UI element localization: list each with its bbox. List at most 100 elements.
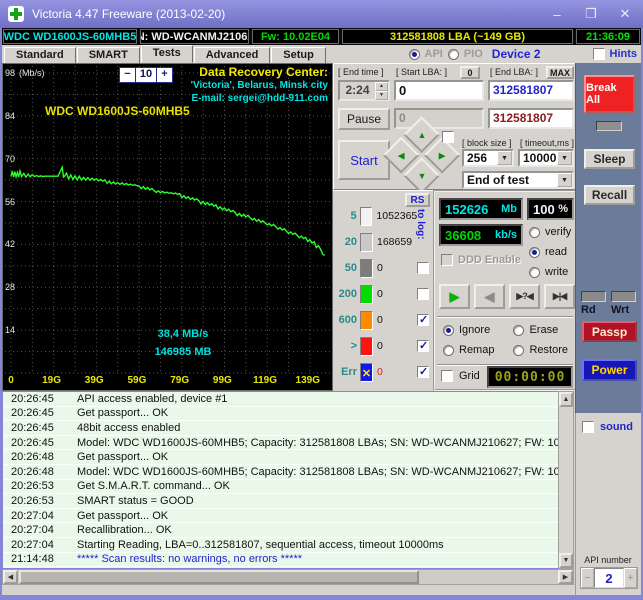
tab-tests[interactable]: Tests: [140, 45, 193, 63]
action-option-remap[interactable]: Remap: [443, 340, 499, 360]
sleep-button[interactable]: Sleep: [584, 149, 635, 169]
x-tick-label: 139G: [295, 375, 320, 386]
zoom-in-button[interactable]: +: [157, 68, 172, 82]
action-radio[interactable]: [443, 344, 454, 356]
start-lba-input[interactable]: 0: [394, 80, 484, 101]
tab-setup[interactable]: Setup: [271, 47, 326, 63]
grid-checkbox[interactable]: [441, 370, 453, 382]
mode-radio[interactable]: [529, 226, 540, 238]
power-button[interactable]: Power: [582, 359, 637, 381]
banner-line3: E-mail: sergei@hdd-911.com: [191, 93, 328, 104]
write-indicator-label: Wrt: [611, 304, 630, 316]
tab-smart[interactable]: SMART: [76, 47, 140, 63]
mode-radio[interactable]: [529, 266, 540, 278]
log-checkbox-Err[interactable]: ✓: [417, 366, 429, 378]
recall-button[interactable]: Recall: [584, 185, 635, 205]
end-time-up-icon[interactable]: ▲: [375, 82, 388, 91]
title-bar[interactable]: Victoria 4.47 Freeware (2013-02-20) – ❐ …: [0, 0, 643, 28]
log-checkbox-600[interactable]: ✓: [417, 314, 429, 326]
action-radio[interactable]: [513, 344, 525, 356]
chevron-down-icon[interactable]: ▼: [557, 151, 572, 165]
end-time-down-icon[interactable]: ▼: [375, 91, 388, 100]
action-radio[interactable]: [513, 324, 525, 336]
max-button[interactable]: MAX: [546, 66, 574, 79]
passp-button[interactable]: Passp: [582, 321, 637, 342]
scroll-down-icon[interactable]: ▼: [559, 553, 573, 568]
break-all-button[interactable]: Break All: [584, 75, 635, 113]
log-checkbox-50[interactable]: [417, 262, 429, 274]
tab-standard[interactable]: Standard: [4, 47, 76, 63]
log-time: 21:14:48: [11, 553, 54, 566]
latency-color-box: ✕: [360, 362, 373, 382]
latency-count: 0: [377, 314, 383, 326]
start-button[interactable]: Start: [338, 140, 390, 180]
block-size-dropdown[interactable]: 256 ▼: [462, 149, 514, 167]
log-row: 20:26:45 Get passport... OK: [3, 407, 558, 422]
end-action-dropdown[interactable]: End of test ▼: [462, 171, 574, 189]
sound-checkbox[interactable]: [582, 421, 594, 433]
banner-line1: Data Recovery Center:: [199, 65, 328, 79]
action-option-restore[interactable]: Restore: [513, 340, 573, 360]
x-tick-label: 39G: [84, 375, 104, 386]
app-icon: [8, 6, 24, 22]
log-checkbox->[interactable]: ✓: [417, 340, 429, 352]
action-option-ignore[interactable]: Ignore: [443, 320, 499, 340]
chevron-down-icon[interactable]: ▼: [497, 151, 512, 165]
scrollbar-thumb[interactable]: [19, 570, 419, 584]
minimize-icon[interactable]: –: [547, 7, 567, 22]
play-button[interactable]: ▶: [439, 284, 470, 309]
zoom-out-button[interactable]: −: [120, 68, 135, 82]
activity-led: [596, 121, 622, 131]
latency-color-box: [360, 284, 373, 304]
mode-option-verify[interactable]: verify: [529, 222, 571, 242]
log-row: 20:26:45 Model: WDC WD1600JS-60MHB5; Capa…: [3, 436, 558, 451]
y-tick-label: 14: [5, 325, 16, 336]
end-lba-mirror-field[interactable]: 312581807: [488, 108, 574, 129]
pause-button[interactable]: Pause: [338, 108, 390, 130]
start-lba-zero-button[interactable]: 0: [460, 66, 480, 79]
timeout-label: [ timeout,ms ]: [520, 138, 575, 148]
api-number-minus-button[interactable]: −: [581, 568, 594, 588]
api-number-plus-button[interactable]: +: [624, 568, 637, 588]
end-time-spinner[interactable]: 2:24 ▲ ▼: [338, 80, 390, 101]
log-checkbox-200[interactable]: [417, 288, 429, 300]
seek-pad-checkbox[interactable]: [442, 131, 454, 143]
end-time-label: [ End time ]: [338, 67, 384, 77]
scroll-left-icon[interactable]: ◀: [3, 570, 18, 584]
pio-radio[interactable]: [447, 48, 459, 60]
latency-color-box: [359, 206, 373, 226]
maximize-icon[interactable]: ❐: [581, 6, 601, 22]
log-row: 21:14:48 ***** Scan results: no warnings,…: [3, 553, 558, 568]
y-tick-label: 42: [5, 239, 16, 250]
log-horizontal-scrollbar[interactable]: ◀ ▶: [2, 569, 574, 585]
log-vertical-scrollbar[interactable]: ▲ ▼: [558, 391, 574, 569]
close-icon[interactable]: ✕: [615, 6, 635, 22]
latency-row-20: 20 168659: [335, 229, 433, 255]
hints-checkbox[interactable]: [592, 48, 605, 60]
log-row: 20:27:04 Get passport... OK: [3, 509, 558, 524]
step-button[interactable]: ▶|◀: [544, 284, 575, 309]
timeout-dropdown[interactable]: 10000 ▼: [518, 149, 574, 167]
scroll-right-icon[interactable]: ▶: [558, 570, 573, 584]
mode-radio-group: verify read write: [529, 222, 571, 282]
chevron-down-icon[interactable]: ▼: [557, 173, 572, 187]
action-radio-label: Restore: [529, 344, 568, 356]
scroll-up-icon[interactable]: ▲: [559, 392, 573, 407]
mode-option-read[interactable]: read: [529, 242, 571, 262]
log-area[interactable]: 20:26:45 API access enabled, device #1 20:…: [2, 391, 558, 569]
transport-buttons: ▶ ◀ ▶?◀ ▶|◀: [439, 284, 575, 309]
seek-test-button[interactable]: ▶?◀: [509, 284, 540, 309]
action-option-erase[interactable]: Erase: [513, 320, 573, 340]
api-radio[interactable]: [408, 48, 420, 60]
tab-bar: Standard SMART Tests Advanced Setup API PIO …: [2, 45, 641, 63]
mode-option-write[interactable]: write: [529, 262, 571, 282]
action-radio[interactable]: [443, 324, 454, 336]
tab-advanced[interactable]: Advanced: [193, 47, 271, 63]
mode-radio[interactable]: [529, 246, 540, 258]
mode-radio-label: read: [545, 246, 568, 258]
ddd-enable-checkbox[interactable]: [441, 254, 453, 266]
back-button[interactable]: ◀: [474, 284, 505, 309]
percent-unit: %: [558, 203, 568, 215]
latency-panel: RS to log: 5 1052365 20 168659 50 0 200 0 600 0 ✓ >…: [333, 190, 433, 391]
end-lba-input[interactable]: 312581807: [488, 80, 574, 101]
